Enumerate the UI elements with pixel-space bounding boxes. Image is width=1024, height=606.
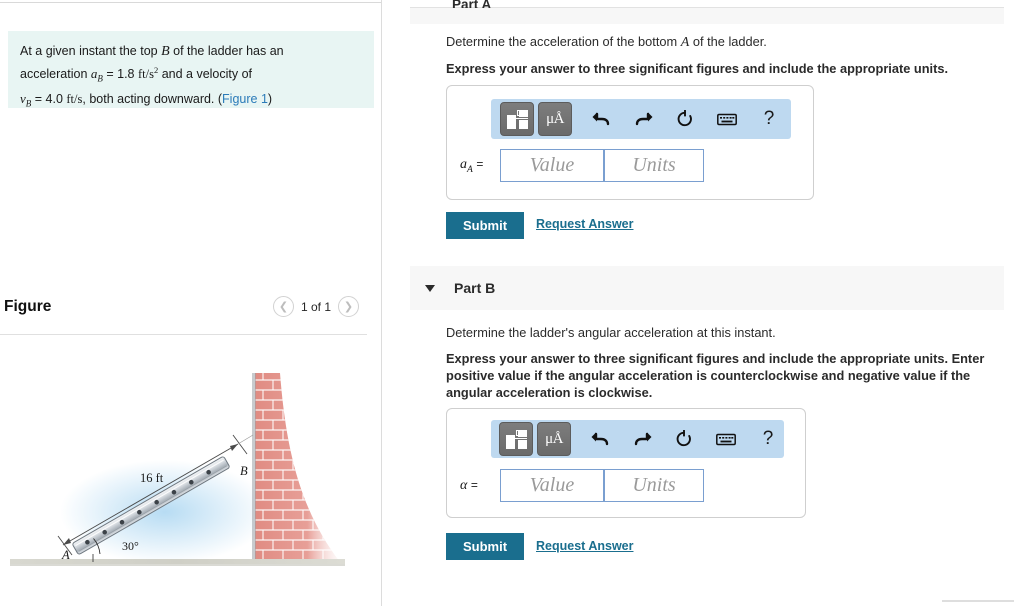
- floor: [10, 559, 345, 564]
- problem-line2-eq: = 1.8: [102, 67, 138, 82]
- problem-line1-pre: At a given instant the top: [20, 44, 162, 58]
- part-a-header-clipped[interactable]: Part A: [410, 0, 1004, 24]
- redo-icon[interactable]: [627, 424, 657, 454]
- problem-statement-box: At a given instant the top B of the ladd…: [8, 31, 374, 108]
- label-30deg: 30°: [122, 539, 139, 553]
- brick-wall: [255, 373, 340, 562]
- units-glyph-label: μÅ: [546, 110, 564, 127]
- undo-icon[interactable]: [585, 424, 615, 454]
- chevron-right-icon[interactable]: ❯: [338, 296, 359, 317]
- part-a-answer-symbol: aA =: [460, 156, 484, 175]
- part-a-header-label: Part A: [452, 0, 492, 8]
- problem-var-aB: aB: [90, 66, 103, 84]
- redo-icon[interactable]: [628, 104, 658, 134]
- problem-var-B: B: [161, 44, 170, 59]
- reset-icon[interactable]: [670, 104, 700, 134]
- math-template-icon[interactable]: [499, 422, 533, 456]
- units-glyph-label: μÅ: [545, 430, 563, 447]
- left-column: At a given instant the top B of the ladd…: [0, 0, 381, 606]
- ladder-glow: [60, 460, 270, 564]
- chevron-left-icon[interactable]: ❮: [272, 296, 294, 317]
- part-a-submit-button[interactable]: Submit: [446, 212, 525, 239]
- figure-counter: 1 of 1: [300, 299, 331, 314]
- keyboard-icon[interactable]: [712, 104, 742, 134]
- wall-edge: [252, 373, 256, 563]
- math-template-icon[interactable]: [500, 102, 534, 136]
- figure-pager: ❮ 1 of 1 ❯: [272, 296, 359, 317]
- problem-units-vel: ft/s: [66, 91, 83, 106]
- problem-line2-pre: acceleration: [20, 67, 91, 82]
- math-template-glyph: [506, 109, 528, 129]
- keyboard-icon[interactable]: [711, 424, 741, 454]
- problem-var-vB: vB: [20, 90, 32, 109]
- page-root: At a given instant the top B of the ladd…: [0, 0, 1024, 606]
- mu-angstrom-units-icon[interactable]: μÅ: [538, 102, 572, 136]
- part-a-request-answer-link[interactable]: Request Answer: [536, 217, 633, 231]
- part-b-answer-panel: μÅ ? α = Value Units: [446, 408, 806, 518]
- part-b-units-input[interactable]: Units: [604, 469, 704, 502]
- problem-statement-text: At a given instant the top B of the ladd…: [20, 42, 364, 113]
- figure-header: Figure ❮ 1 of 1 ❯: [0, 296, 381, 336]
- label-16ft: 16 ft: [140, 471, 164, 485]
- help-question-icon[interactable]: ?: [754, 104, 784, 134]
- bottom-hairline: [942, 600, 1014, 602]
- part-a-toolbar: μÅ ?: [491, 99, 791, 139]
- figure-header-rule: [0, 334, 367, 335]
- part-a-answer-row: aA = Value Units: [460, 149, 704, 182]
- part-a-answer-panel: μÅ ? aA = Value Units: [446, 85, 814, 200]
- problem-line1-post: of the ladder has an: [169, 44, 284, 58]
- part-a-instruction: Express your answer to three significant…: [446, 61, 949, 76]
- math-template-glyph: [505, 429, 527, 449]
- part-b-submit-button[interactable]: Submit: [446, 533, 525, 560]
- right-column: Part A Determine the acceleration of the…: [382, 0, 1024, 606]
- problem-line3-eq: = 4.0: [31, 91, 67, 106]
- problem-line3-end: ): [267, 91, 273, 106]
- figure-1-link[interactable]: Figure 1: [222, 92, 268, 106]
- part-a-value-input[interactable]: Value: [500, 149, 604, 182]
- problem-line3-mid: , both acting downward. (: [82, 91, 223, 106]
- part-a-units-input[interactable]: Units: [604, 149, 704, 182]
- part-b-toolbar: μÅ ?: [491, 420, 784, 458]
- problem-units-accel: ft/s2: [137, 65, 159, 82]
- ladder-figure: 16 ft 30° A B: [0, 340, 381, 606]
- problem-line2-post: and a velocity of: [158, 67, 253, 82]
- ladder-diagram-svg: 16 ft 30° A B: [10, 373, 345, 566]
- part-a-question: Determine the acceleration of the bottom…: [446, 34, 767, 50]
- caret-down-icon[interactable]: [425, 284, 435, 292]
- reset-icon[interactable]: [669, 424, 699, 454]
- label-point-A: A: [61, 548, 70, 562]
- mu-angstrom-units-icon[interactable]: μÅ: [537, 422, 571, 456]
- part-b-instruction: Express your answer to three significant…: [446, 351, 985, 400]
- undo-icon[interactable]: [586, 104, 616, 134]
- part-b-answer-row: α = Value Units: [460, 469, 704, 502]
- label-point-B: B: [240, 464, 248, 478]
- part-b-question: Determine the ladder's angular accelerat…: [446, 325, 776, 340]
- figure-title: Figure: [4, 298, 52, 315]
- part-b-answer-symbol: α =: [460, 477, 478, 493]
- leader-line: [237, 434, 254, 445]
- part-b-request-answer-link[interactable]: Request Answer: [536, 539, 633, 553]
- part-b-header-label: Part B: [454, 280, 496, 296]
- part-b-header[interactable]: Part B: [410, 266, 1004, 310]
- part-b-value-input[interactable]: Value: [500, 469, 604, 502]
- help-question-icon[interactable]: ?: [753, 424, 783, 454]
